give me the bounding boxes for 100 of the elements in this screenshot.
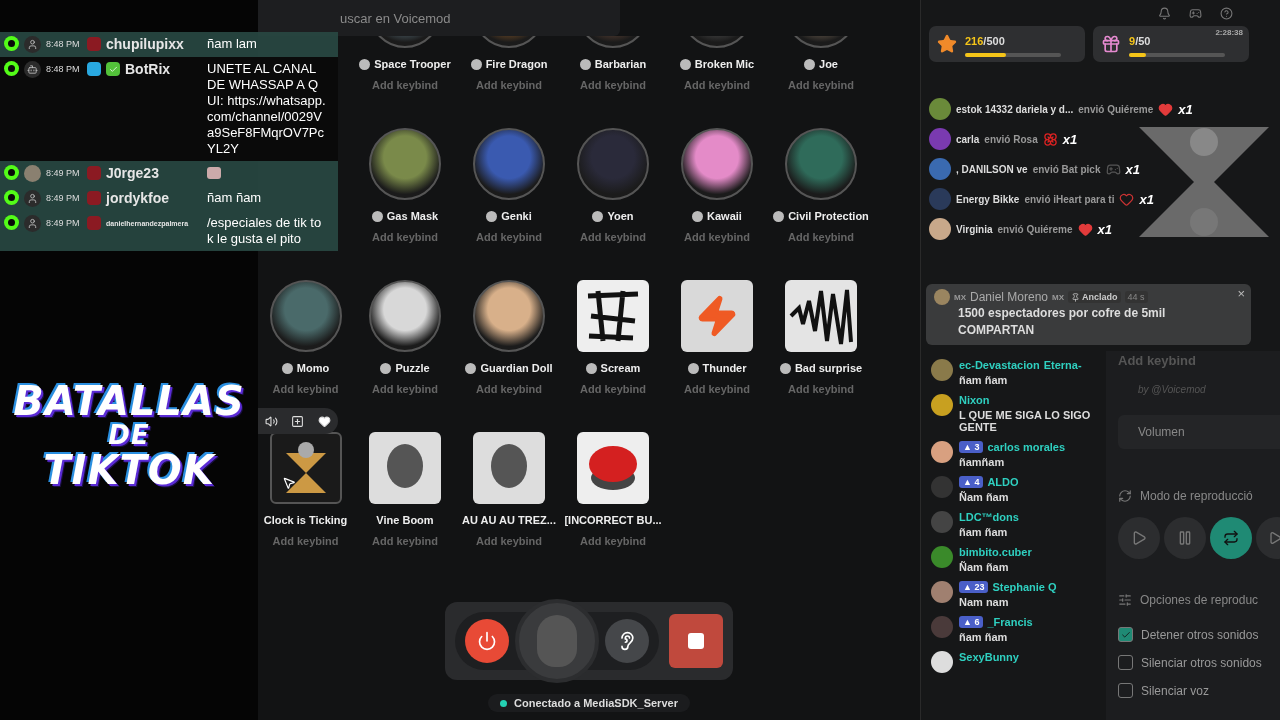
avatar-icon [24, 215, 41, 232]
username: bimbito.cuber [959, 546, 1032, 558]
gamepad-icon[interactable] [1189, 6, 1202, 20]
add-keybind-link[interactable]: Add keybind [476, 535, 542, 547]
search-field[interactable]: uscar en Voicemod [258, 0, 620, 36]
option-label: Silenciar voz [1141, 683, 1210, 698]
sound-image[interactable] [473, 432, 545, 504]
message-text: ñamñam [959, 456, 1006, 468]
add-keybind-link[interactable]: Add keybind [476, 231, 542, 243]
sound-name: Civil Protection [788, 210, 869, 222]
message-time: 8:49 PM [46, 192, 81, 205]
pinned-tag: Anclado [1068, 291, 1121, 303]
level-badge: ▲ 3 [959, 441, 984, 453]
kick-icon [4, 215, 19, 230]
add-keybind-link[interactable]: Add keybind [272, 535, 339, 547]
speaker-icon[interactable] [264, 414, 278, 428]
add-keybind-link[interactable]: Add keybind [788, 79, 854, 91]
close-button[interactable]: × [1237, 286, 1245, 301]
section-label: Opciones de reproduc [1140, 593, 1259, 607]
robot-icon [24, 61, 41, 78]
repeat-icon [1118, 489, 1132, 503]
sound-image[interactable] [269, 432, 342, 504]
heart-icon [1158, 101, 1174, 117]
add-keybind-link[interactable]: Add keybind [272, 383, 339, 395]
help-icon[interactable] [1220, 6, 1233, 20]
add-keybind-link[interactable]: Add keybind [580, 231, 646, 243]
gift-count: x1 [1178, 101, 1193, 117]
add-keybind-link[interactable]: Add keybind [372, 383, 438, 395]
sound-name: Genki [501, 210, 532, 222]
gift-count: x1 [1139, 191, 1154, 207]
avatar-icon [24, 36, 41, 53]
checkbox[interactable] [1118, 627, 1133, 642]
add-keybind-link[interactable]: Add keybind [372, 231, 438, 243]
username: chupilupixx [106, 36, 185, 53]
scream-art-image[interactable] [577, 280, 649, 352]
connection-status: Conectado a MediaSDK_Server [488, 694, 690, 712]
sound-image[interactable] [369, 432, 441, 504]
add-keybind-link[interactable]: Add keybind [684, 79, 750, 91]
sound-name: Broken Mic [694, 58, 755, 70]
gift-action: envió Rosa [984, 133, 1038, 145]
add-keybind-link[interactable]: Add keybind [1118, 353, 1280, 368]
gift-sender: carla [956, 133, 980, 145]
playback-mode-button[interactable] [1118, 517, 1160, 559]
play-icon [1131, 530, 1147, 546]
gift-sender: estok 14332 dariela y d... [956, 103, 1074, 115]
add-keybind-link[interactable]: Add keybind [476, 79, 542, 91]
avatar [929, 158, 951, 180]
message-text: Ñam ñam [959, 561, 1010, 573]
volume-field[interactable]: Volumen [1118, 415, 1280, 449]
goal-count: 9/50 [1129, 35, 1151, 47]
message-text: ñam ñam [959, 631, 1009, 643]
message-text: UNETE AL CANAL DE WHASSAP A QUI: https://whatsapp.com/channel/0029Va9SeF8FMqrOV7PcYL2Y [207, 61, 327, 157]
voicemod-badge-icon [470, 58, 482, 70]
add-keybind-link[interactable]: Add keybind [788, 383, 854, 395]
add-keybind-link[interactable]: Add keybind [580, 535, 646, 547]
waveform-icon[interactable] [785, 280, 857, 352]
level-badge: ▲ 6 [959, 616, 984, 628]
playback-mode-button[interactable] [1164, 517, 1206, 559]
gift-sender: , DANILSON ve [956, 163, 1028, 175]
stop-button[interactable] [669, 614, 723, 668]
add-keybind-link[interactable]: Add keybind [580, 383, 646, 395]
add-keybind-link[interactable]: Add keybind [788, 231, 854, 243]
rose-icon [1042, 131, 1058, 147]
badge-icon [87, 216, 101, 230]
push-button-icon[interactable] [577, 432, 649, 504]
add-icon[interactable] [291, 414, 305, 428]
badge-icon [87, 191, 101, 205]
voicemod-badge-icon [804, 58, 815, 70]
country-tag: MX [1052, 292, 1065, 302]
add-keybind-link[interactable]: Add keybind [684, 231, 750, 243]
avatar [931, 651, 953, 673]
add-keybind-link[interactable]: Add keybind [580, 79, 646, 91]
badge-icon [87, 166, 101, 180]
sound-name: Gas Mask [386, 210, 439, 222]
add-keybind-link[interactable]: Add keybind [684, 383, 750, 395]
checkbox[interactable] [1118, 683, 1133, 698]
pinned-text: 1500 espectadores por cofre de 5mil COMPARTAN [958, 305, 1167, 339]
avatar [934, 289, 950, 305]
logo-text: TIKTOK [43, 449, 215, 492]
voicemod-badge-icon [486, 210, 498, 222]
checkbox[interactable] [1118, 655, 1133, 670]
username: J0rge23 [106, 165, 160, 182]
option-label: Silenciar otros sonidos [1141, 655, 1262, 670]
voicemod-badge-icon [359, 58, 371, 70]
avatar-icon [24, 165, 41, 182]
message-text: Ñam ñam [959, 491, 1010, 503]
message-text: L QUE ME SIGA LO SIGO GENTE [959, 409, 1092, 433]
playback-mode-button[interactable] [1210, 517, 1252, 559]
power-button[interactable] [465, 619, 509, 663]
emoji-icon [207, 167, 221, 179]
bell-icon[interactable] [1158, 6, 1171, 20]
add-keybind-link[interactable]: Add keybind [372, 535, 438, 547]
heart-icon[interactable] [318, 414, 332, 428]
pin-icon [1071, 292, 1081, 302]
add-keybind-link[interactable]: Add keybind [372, 79, 438, 91]
option-label: Detener otros sonidos [1141, 627, 1259, 642]
lightning-icon[interactable] [681, 280, 753, 352]
sound-name: Yoen [607, 210, 634, 222]
hear-myself-button[interactable] [605, 619, 649, 663]
add-keybind-link[interactable]: Add keybind [476, 383, 542, 395]
